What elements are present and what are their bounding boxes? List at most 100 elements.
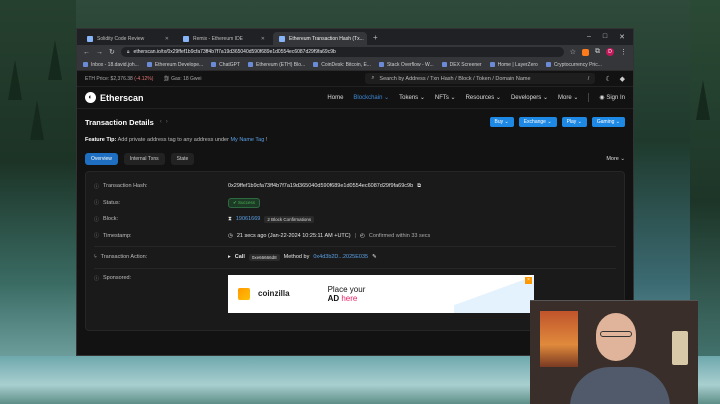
close-window-icon[interactable]: ✕ [619, 33, 625, 41]
nav-item-more[interactable]: More ⌄ [558, 94, 578, 101]
back-icon[interactable]: ← [83, 49, 90, 56]
lock-icon: 🔒︎ [126, 49, 130, 55]
tab-favicon-icon [183, 35, 189, 42]
bookmark-item[interactable]: ChatGPT [211, 62, 240, 68]
nav-item-nfts[interactable]: NFTs ⌄ [435, 94, 456, 101]
help-icon[interactable]: ⓘ [94, 232, 99, 239]
close-icon[interactable]: ✕ [261, 36, 265, 42]
etherscan-logo[interactable]: ◐ Etherscan [85, 92, 144, 103]
bookmark-favicon-icon [313, 62, 319, 67]
extensions-puzzle-icon[interactable]: ⧉ [595, 48, 600, 56]
nav-item-developers[interactable]: Developers ⌄ [511, 94, 548, 101]
copy-icon[interactable]: ⧉ [417, 183, 421, 190]
bookmark-favicon-icon [146, 62, 152, 67]
presenter-body [570, 367, 670, 404]
presenter-glasses [600, 331, 632, 337]
address-bar[interactable]: 🔒︎ etherscan.io/tx/0x29ffef1b9cfa73ff4b7… [120, 47, 564, 57]
maximize-icon[interactable]: □ [603, 33, 607, 41]
block-link[interactable]: 19061669 [236, 216, 260, 222]
browser-tab[interactable]: Remix - Ethereum IDE ✕ [177, 32, 271, 45]
reload-icon[interactable]: ↻ [109, 48, 115, 56]
bookmark-item[interactable]: Inbox - 18.david.joh... [83, 62, 139, 68]
new-tab-button[interactable]: + [369, 33, 382, 42]
ad-decoration [454, 274, 534, 313]
bookmark-favicon-icon [83, 62, 88, 67]
buy-button[interactable]: Buy ⌄ [489, 117, 514, 127]
help-icon[interactable]: ⓘ [94, 199, 99, 206]
minimize-icon[interactable]: – [587, 33, 591, 41]
bookmark-item[interactable]: Cryptocurrency Pric... [545, 62, 602, 68]
tab-state[interactable]: State [170, 153, 195, 165]
timer-icon: ◴ [360, 232, 365, 239]
chevron-right-icon[interactable]: › [166, 119, 168, 125]
help-icon[interactable]: ⓘ [94, 216, 99, 223]
sign-in-link[interactable]: ◉ Sign In [599, 94, 625, 101]
nav-divider [588, 93, 590, 102]
bookmark-item[interactable]: Ethereum Develope... [146, 62, 203, 68]
nav-item-resources[interactable]: Resources ⌄ [466, 94, 501, 101]
row-block: ⓘ Block: ⧗ 19061669 2 Block Confirmations [94, 211, 616, 228]
separator: | [354, 232, 357, 239]
nav-item-tokens[interactable]: Tokens ⌄ [399, 94, 425, 101]
forward-icon[interactable]: → [96, 49, 103, 56]
row-status: ⓘ Status: ✔ Success [94, 195, 616, 212]
ethereum-icon[interactable]: ◆ [620, 75, 625, 83]
tab-internal-txns[interactable]: Internal Txns [123, 153, 165, 165]
help-icon[interactable]: ⓘ [94, 183, 99, 190]
row-tx-hash: ⓘ Transaction Hash: 0x29ffef1b9cfa73ff4b7… [94, 182, 422, 190]
kebab-menu-icon[interactable]: ⋮ [620, 48, 627, 56]
row-timestamp: ⓘ Timestamp: ◷ 21 secs ago (Jan-22-2024 10… [94, 232, 431, 240]
bookmark-item[interactable]: Stack Overflow - W... [378, 62, 434, 68]
browser-tab-active[interactable]: Ethereum Transaction Hash (Tx...✕ [273, 32, 367, 45]
hourglass-icon: ⧗ [228, 215, 232, 222]
divider [94, 267, 616, 269]
bookmark-favicon-icon [489, 62, 495, 67]
browser-tab[interactable]: Solidity Code Review ✕ [81, 32, 175, 45]
chevron-left-icon[interactable]: ‹ [160, 119, 162, 125]
status-badge: ✔ Success [228, 197, 261, 208]
sponsored-ad[interactable]: coinzilla Place your AD here × [228, 274, 534, 313]
title-row: Transaction Details ‹ › Buy ⌄ Exchange ⌄… [85, 115, 625, 129]
search-input[interactable]: ⌕ Search by Address / Txn Hash / Block /… [365, 73, 596, 84]
bookmark-item[interactable]: Ethereum (ETH) Blo... [248, 62, 305, 68]
confirmed-within: Confirmed within 33 secs [368, 232, 431, 239]
gaming-button[interactable]: Gaming ⌄ [591, 117, 625, 127]
tx-hash-value: 0x29ffef1b9cfa73ff4b7f7a19d365040d590f68… [228, 183, 414, 190]
edit-icon[interactable]: ✎ [372, 254, 377, 260]
bookmark-favicon-icon [545, 62, 551, 67]
more-dropdown[interactable]: More ⌄ [606, 156, 625, 162]
tab-overview[interactable]: Overview [85, 153, 118, 165]
close-icon[interactable]: ✕ [165, 36, 169, 42]
theme-moon-icon[interactable]: ☾ [605, 75, 611, 83]
main-nav: ◐ Etherscan Home Blockchain ⌄ Tokens ⌄ N… [77, 87, 633, 109]
exchange-button[interactable]: Exchange ⌄ [518, 117, 557, 127]
nav-item-blockchain[interactable]: Blockchain ⌄ [353, 94, 389, 101]
nav-item-home[interactable]: Home [327, 95, 343, 101]
window-controls: – □ ✕ [587, 33, 633, 41]
divider [94, 246, 616, 247]
eth-price: ETH Price: $2,376.38 (-4.12%) [85, 75, 154, 82]
bookmark-item[interactable]: Home | LayerZero [489, 62, 538, 68]
bookmark-item[interactable]: CoinDesk: Bitcoin, E... [313, 62, 371, 68]
ad-copy: Place your AD here [327, 284, 366, 303]
etherscan-logo-icon: ◐ [85, 92, 96, 103]
play-button[interactable]: Play ⌄ [561, 117, 587, 127]
extension-icon[interactable] [582, 48, 589, 56]
ad-close-icon[interactable]: × [525, 276, 532, 284]
price-strip: ETH Price: $2,376.38 (-4.12%) ⛽︎ Gas: 18… [77, 71, 633, 87]
star-icon[interactable]: ☆ [570, 48, 576, 56]
ad-brand: coinzilla [258, 289, 290, 298]
search-shortcut: / [587, 75, 590, 82]
bookmark-favicon-icon [378, 62, 384, 67]
tab-favicon-icon [279, 35, 285, 42]
my-name-tag-link[interactable]: My Name Tag [230, 137, 264, 143]
tab-favicon-icon [87, 35, 93, 42]
method-address-link[interactable]: 0x4d3b2D...2025E035 [313, 254, 368, 260]
profile-avatar[interactable]: D [606, 48, 614, 56]
toolbar-right: ☆ ⧉ D ⋮ [570, 48, 627, 56]
lamp [672, 331, 688, 365]
bookmark-item[interactable]: DEX Screener [441, 62, 482, 68]
help-icon[interactable]: ⓘ [94, 275, 99, 282]
presenter-face [596, 313, 636, 361]
url-text: etherscan.io/tx/0x29ffef1b9cfa73ff4b7f7a… [133, 49, 336, 55]
